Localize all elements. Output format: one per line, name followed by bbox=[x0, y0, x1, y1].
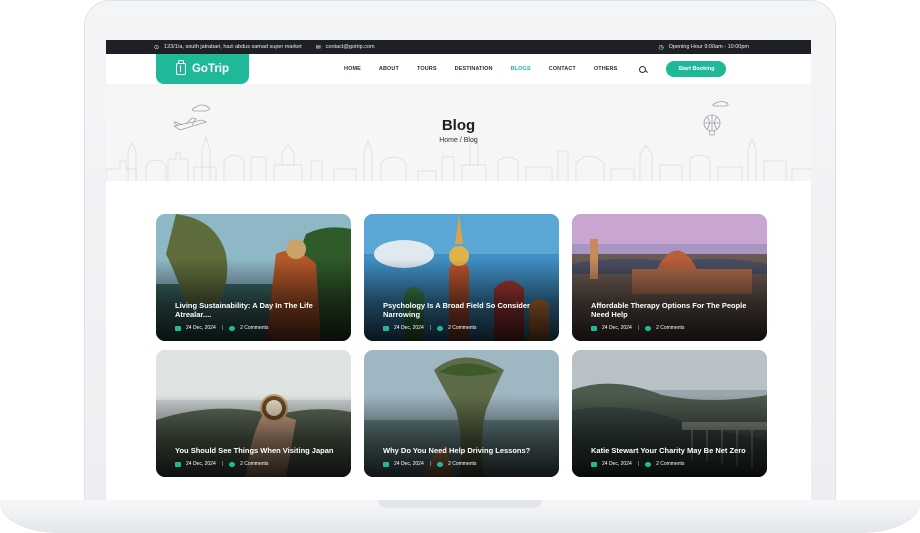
calendar-icon bbox=[591, 461, 597, 467]
address-info: ⊙ 123/1/a, south jatrabari, hazi abdus s… bbox=[154, 44, 302, 51]
hours-info: ◷ Opening Hour 9:00am - 10:00pm bbox=[658, 44, 749, 51]
post-comments[interactable]: 2 Comments bbox=[448, 461, 476, 467]
location-pin-icon: ⊙ bbox=[154, 44, 160, 51]
address-text: 123/1/a, south jatrabari, hazi abdus sam… bbox=[164, 44, 302, 50]
blog-card-title[interactable]: Why Do You Need Help Driving Lessons? bbox=[383, 446, 543, 455]
calendar-icon bbox=[383, 461, 389, 467]
nav-home[interactable]: HOME bbox=[344, 66, 361, 72]
top-info-bar: ⊙ 123/1/a, south jatrabari, hazi abdus s… bbox=[106, 40, 811, 54]
main-nav: HOME ABOUT TOURS DESTINATION BLOGS CONTA… bbox=[344, 61, 727, 77]
brand-name: GoTrip bbox=[191, 63, 230, 75]
comment-icon bbox=[229, 325, 236, 331]
blog-card-meta: 24 Dec, 2024 | 2 Comments bbox=[591, 461, 684, 467]
calendar-icon bbox=[175, 461, 181, 467]
post-comments[interactable]: 2 Comments bbox=[240, 325, 268, 331]
blog-card-meta: 24 Dec, 2024 | 2 Comments bbox=[591, 325, 684, 331]
email-info[interactable]: ✉ contact@gotrip.com bbox=[316, 44, 375, 51]
luggage-icon bbox=[175, 60, 186, 75]
email-text[interactable]: contact@gotrip.com bbox=[326, 44, 375, 50]
blog-card-title[interactable]: Affordable Therapy Options For The Peopl… bbox=[591, 301, 751, 319]
post-comments[interactable]: 2 Comments bbox=[448, 325, 476, 331]
post-date: 24 Dec, 2024 bbox=[602, 461, 632, 467]
comment-icon bbox=[437, 325, 444, 331]
calendar-icon bbox=[383, 325, 389, 331]
breadcrumb[interactable]: Home / Blog bbox=[106, 137, 811, 144]
blog-card-title[interactable]: Psychology Is A Broad Field So Consider … bbox=[383, 301, 543, 319]
blog-card-title[interactable]: You Should See Things When Visiting Japa… bbox=[175, 446, 335, 455]
blog-card-meta: 24 Dec, 2024 | 2 Comments bbox=[175, 325, 268, 331]
start-booking-button[interactable]: Start Booking bbox=[666, 61, 727, 77]
page-hero: Blog Home / Blog bbox=[106, 84, 811, 181]
nav-tours[interactable]: TOURS bbox=[417, 66, 437, 72]
blog-card[interactable]: Katie Stewart Your Charity May Be Net Ze… bbox=[572, 350, 767, 477]
nav-blogs[interactable]: BLOGS bbox=[511, 66, 531, 72]
blog-card-meta: 24 Dec, 2024 | 2 Comments bbox=[175, 461, 268, 467]
calendar-icon bbox=[591, 325, 597, 331]
clock-icon: ◷ bbox=[658, 44, 664, 51]
post-date: 24 Dec, 2024 bbox=[394, 325, 424, 331]
blog-card[interactable]: You Should See Things When Visiting Japa… bbox=[156, 350, 351, 477]
hours-text: Opening Hour 9:00am - 10:00pm bbox=[668, 44, 749, 50]
blog-card[interactable]: Why Do You Need Help Driving Lessons? 24… bbox=[364, 350, 559, 477]
comment-icon bbox=[645, 461, 652, 467]
nav-about[interactable]: ABOUT bbox=[379, 66, 399, 72]
blog-card-meta: 24 Dec, 2024 | 2 Comments bbox=[383, 461, 476, 467]
calendar-icon bbox=[175, 325, 181, 331]
brand-logo[interactable]: GoTrip bbox=[156, 54, 249, 84]
page-title: Blog bbox=[441, 117, 476, 134]
site-header: GoTrip HOME ABOUT TOURS DESTINATION BLOG… bbox=[106, 54, 811, 84]
nav-contact[interactable]: CONTACT bbox=[549, 66, 576, 72]
blog-card[interactable]: Living Sustainability: A Day In The Life… bbox=[156, 214, 351, 341]
comment-icon bbox=[229, 461, 236, 467]
blog-grid: Living Sustainability: A Day In The Life… bbox=[156, 214, 767, 477]
blog-card-title[interactable]: Living Sustainability: A Day In The Life… bbox=[175, 301, 335, 319]
post-comments[interactable]: 2 Comments bbox=[656, 461, 684, 467]
blog-card[interactable]: Affordable Therapy Options For The Peopl… bbox=[572, 214, 767, 341]
nav-destination[interactable]: DESTINATION bbox=[455, 66, 493, 72]
post-date: 24 Dec, 2024 bbox=[186, 461, 216, 467]
search-icon[interactable] bbox=[639, 65, 647, 73]
post-comments[interactable]: 2 Comments bbox=[656, 325, 684, 331]
comment-icon bbox=[437, 461, 444, 467]
blog-card[interactable]: Psychology Is A Broad Field So Consider … bbox=[364, 214, 559, 341]
post-date: 24 Dec, 2024 bbox=[602, 325, 632, 331]
blog-card-title[interactable]: Katie Stewart Your Charity May Be Net Ze… bbox=[591, 446, 751, 455]
nav-others[interactable]: OTHERS bbox=[594, 66, 618, 72]
browser-screen: ⊙ 123/1/a, south jatrabari, hazi abdus s… bbox=[106, 40, 811, 500]
envelope-icon: ✉ bbox=[315, 44, 321, 51]
post-date: 24 Dec, 2024 bbox=[394, 461, 424, 467]
post-date: 24 Dec, 2024 bbox=[186, 325, 216, 331]
post-comments[interactable]: 2 Comments bbox=[240, 461, 268, 467]
blog-card-meta: 24 Dec, 2024 | 2 Comments bbox=[383, 325, 476, 331]
comment-icon bbox=[645, 325, 652, 331]
laptop-notch bbox=[378, 500, 542, 508]
